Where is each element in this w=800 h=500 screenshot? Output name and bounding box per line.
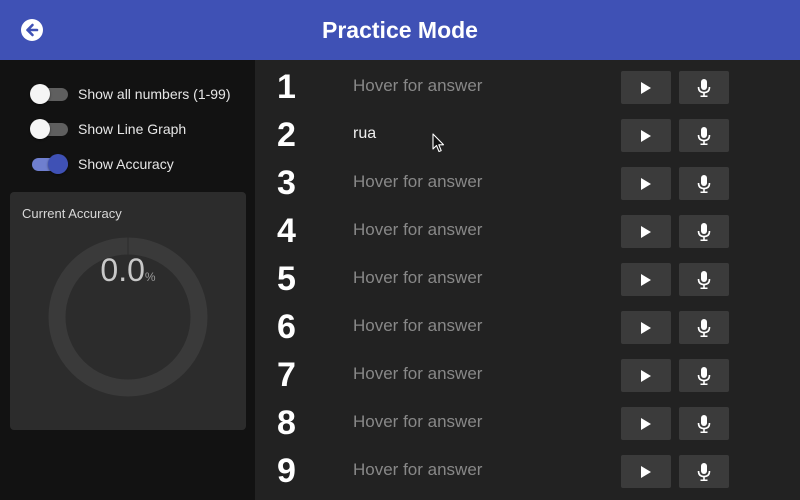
list-item: 4 Hover for answer bbox=[255, 206, 800, 254]
mic-button[interactable] bbox=[679, 455, 729, 488]
switch[interactable] bbox=[30, 154, 68, 174]
play-icon bbox=[641, 81, 651, 94]
microphone-icon bbox=[697, 318, 711, 337]
number-label: 9 bbox=[277, 452, 296, 490]
number-label: 5 bbox=[277, 260, 296, 298]
microphone-icon bbox=[697, 78, 711, 97]
mic-button[interactable] bbox=[679, 167, 729, 200]
practice-list: 1 Hover for answer 2 rua 3 Hover for ans… bbox=[255, 60, 800, 500]
play-icon bbox=[641, 321, 651, 334]
toggle-show-all-numbers[interactable]: Show all numbers (1-99) bbox=[30, 83, 231, 105]
accuracy-value: 0.0% bbox=[10, 252, 246, 289]
number-label: 2 bbox=[277, 116, 296, 154]
number-label: 1 bbox=[277, 68, 296, 106]
number-label: 7 bbox=[277, 356, 296, 394]
switch[interactable] bbox=[30, 84, 68, 104]
microphone-icon bbox=[697, 414, 711, 433]
accuracy-unit: % bbox=[144, 270, 156, 284]
answer-text[interactable]: Hover for answer bbox=[353, 268, 482, 288]
play-icon bbox=[641, 225, 651, 238]
list-item: 7 Hover for answer bbox=[255, 350, 800, 398]
number-label: 4 bbox=[277, 212, 296, 250]
microphone-icon bbox=[697, 270, 711, 289]
microphone-icon bbox=[697, 462, 711, 481]
play-button[interactable] bbox=[621, 455, 671, 488]
mic-button[interactable] bbox=[679, 311, 729, 344]
play-icon bbox=[641, 417, 651, 430]
sidebar: Show all numbers (1-99) Show Line Graph … bbox=[0, 60, 255, 500]
answer-text[interactable]: rua bbox=[353, 125, 376, 143]
play-button[interactable] bbox=[621, 263, 671, 296]
toggle-show-accuracy[interactable]: Show Accuracy bbox=[30, 153, 174, 175]
play-icon bbox=[641, 369, 651, 382]
play-icon bbox=[641, 177, 651, 190]
list-item: 3 Hover for answer bbox=[255, 158, 800, 206]
page-title: Practice Mode bbox=[322, 16, 478, 43]
play-button[interactable] bbox=[621, 407, 671, 440]
answer-text[interactable]: Hover for answer bbox=[353, 172, 482, 192]
microphone-icon bbox=[697, 222, 711, 241]
microphone-icon bbox=[697, 366, 711, 385]
app-header: Practice Mode bbox=[0, 0, 800, 60]
play-icon bbox=[641, 273, 651, 286]
toggle-show-line-graph[interactable]: Show Line Graph bbox=[30, 118, 186, 140]
toggle-label: Show Accuracy bbox=[78, 156, 174, 172]
switch[interactable] bbox=[30, 119, 68, 139]
microphone-icon bbox=[697, 126, 711, 145]
accuracy-card: Current Accuracy 0.0% bbox=[10, 192, 246, 430]
answer-text[interactable]: Hover for answer bbox=[353, 364, 482, 384]
mic-button[interactable] bbox=[679, 215, 729, 248]
answer-text[interactable]: Hover for answer bbox=[353, 316, 482, 336]
accuracy-number: 0.0 bbox=[100, 252, 145, 288]
answer-text[interactable]: Hover for answer bbox=[353, 460, 482, 480]
play-icon bbox=[641, 129, 651, 142]
play-button[interactable] bbox=[621, 311, 671, 344]
mic-button[interactable] bbox=[679, 407, 729, 440]
answer-text[interactable]: Hover for answer bbox=[353, 412, 482, 432]
list-item: 1 Hover for answer bbox=[255, 62, 800, 110]
list-item: 6 Hover for answer bbox=[255, 302, 800, 350]
list-item: 8 Hover for answer bbox=[255, 398, 800, 446]
mouse-cursor-icon bbox=[432, 133, 445, 153]
play-button[interactable] bbox=[621, 359, 671, 392]
mic-button[interactable] bbox=[679, 71, 729, 104]
play-button[interactable] bbox=[621, 71, 671, 104]
answer-text[interactable]: Hover for answer bbox=[353, 76, 482, 96]
play-button[interactable] bbox=[621, 215, 671, 248]
mic-button[interactable] bbox=[679, 119, 729, 152]
play-button[interactable] bbox=[621, 167, 671, 200]
toggle-label: Show all numbers (1-99) bbox=[78, 86, 231, 102]
list-item: 9 Hover for answer bbox=[255, 446, 800, 494]
toggle-label: Show Line Graph bbox=[78, 121, 187, 137]
back-button[interactable] bbox=[21, 19, 43, 41]
list-item: 5 Hover for answer bbox=[255, 254, 800, 302]
number-label: 3 bbox=[277, 164, 296, 202]
play-icon bbox=[641, 465, 651, 478]
accuracy-title: Current Accuracy bbox=[22, 206, 122, 221]
arrow-left-icon bbox=[26, 23, 39, 37]
mic-button[interactable] bbox=[679, 359, 729, 392]
mic-button[interactable] bbox=[679, 263, 729, 296]
number-label: 6 bbox=[277, 308, 296, 346]
answer-text[interactable]: Hover for answer bbox=[353, 220, 482, 240]
list-item: 2 rua bbox=[255, 110, 800, 158]
microphone-icon bbox=[697, 174, 711, 193]
number-label: 8 bbox=[277, 404, 296, 442]
play-button[interactable] bbox=[621, 119, 671, 152]
